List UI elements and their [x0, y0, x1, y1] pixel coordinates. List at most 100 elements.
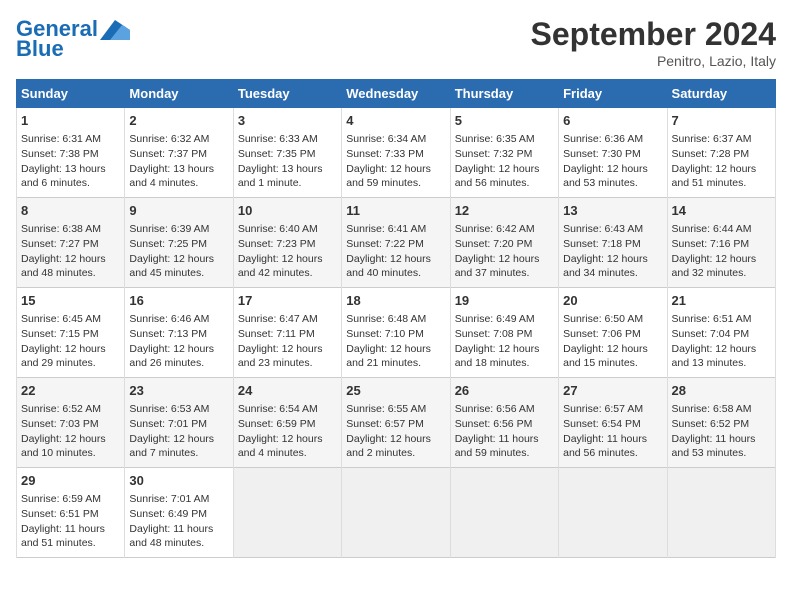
day-number: 13	[563, 202, 662, 220]
day-info: Sunrise: 6:52 AM Sunset: 7:03 PM Dayligh…	[21, 402, 120, 461]
weekday-header-row: SundayMondayTuesdayWednesdayThursdayFrid…	[17, 80, 776, 108]
day-info: Sunrise: 6:59 AM Sunset: 6:51 PM Dayligh…	[21, 492, 120, 551]
location: Penitro, Lazio, Italy	[531, 53, 776, 69]
calendar-cell: 23 Sunrise: 6:53 AM Sunset: 7:01 PM Dayli…	[125, 378, 233, 468]
day-number: 6	[563, 112, 662, 130]
day-info: Sunrise: 6:50 AM Sunset: 7:06 PM Dayligh…	[563, 312, 662, 371]
calendar-cell: 14 Sunrise: 6:44 AM Sunset: 7:16 PM Dayli…	[667, 198, 775, 288]
logo: General Blue	[16, 16, 130, 62]
day-info: Sunrise: 6:55 AM Sunset: 6:57 PM Dayligh…	[346, 402, 445, 461]
calendar-cell: 13 Sunrise: 6:43 AM Sunset: 7:18 PM Dayli…	[559, 198, 667, 288]
weekday-header-saturday: Saturday	[667, 80, 775, 108]
day-info: Sunrise: 6:47 AM Sunset: 7:11 PM Dayligh…	[238, 312, 337, 371]
day-info: Sunrise: 6:58 AM Sunset: 6:52 PM Dayligh…	[672, 402, 771, 461]
weekday-header-thursday: Thursday	[450, 80, 558, 108]
day-number: 26	[455, 382, 554, 400]
day-info: Sunrise: 7:01 AM Sunset: 6:49 PM Dayligh…	[129, 492, 228, 551]
day-number: 20	[563, 292, 662, 310]
calendar-cell: 8 Sunrise: 6:38 AM Sunset: 7:27 PM Daylig…	[17, 198, 125, 288]
day-info: Sunrise: 6:54 AM Sunset: 6:59 PM Dayligh…	[238, 402, 337, 461]
calendar-cell: 11 Sunrise: 6:41 AM Sunset: 7:22 PM Dayli…	[342, 198, 450, 288]
day-number: 28	[672, 382, 771, 400]
calendar-cell: 26 Sunrise: 6:56 AM Sunset: 6:56 PM Dayli…	[450, 378, 558, 468]
day-number: 11	[346, 202, 445, 220]
calendar-cell: 25 Sunrise: 6:55 AM Sunset: 6:57 PM Dayli…	[342, 378, 450, 468]
day-info: Sunrise: 6:32 AM Sunset: 7:37 PM Dayligh…	[129, 132, 228, 191]
calendar-cell	[342, 468, 450, 558]
day-number: 15	[21, 292, 120, 310]
calendar-week-row: 22 Sunrise: 6:52 AM Sunset: 7:03 PM Dayli…	[17, 378, 776, 468]
day-info: Sunrise: 6:37 AM Sunset: 7:28 PM Dayligh…	[672, 132, 771, 191]
calendar-cell	[450, 468, 558, 558]
calendar-cell: 1 Sunrise: 6:31 AM Sunset: 7:38 PM Daylig…	[17, 108, 125, 198]
weekday-header-wednesday: Wednesday	[342, 80, 450, 108]
day-number: 24	[238, 382, 337, 400]
calendar-cell: 22 Sunrise: 6:52 AM Sunset: 7:03 PM Dayli…	[17, 378, 125, 468]
day-info: Sunrise: 6:33 AM Sunset: 7:35 PM Dayligh…	[238, 132, 337, 191]
weekday-header-friday: Friday	[559, 80, 667, 108]
calendar-cell: 24 Sunrise: 6:54 AM Sunset: 6:59 PM Dayli…	[233, 378, 341, 468]
day-info: Sunrise: 6:56 AM Sunset: 6:56 PM Dayligh…	[455, 402, 554, 461]
day-info: Sunrise: 6:43 AM Sunset: 7:18 PM Dayligh…	[563, 222, 662, 281]
day-number: 30	[129, 472, 228, 490]
day-info: Sunrise: 6:57 AM Sunset: 6:54 PM Dayligh…	[563, 402, 662, 461]
day-number: 1	[21, 112, 120, 130]
day-number: 9	[129, 202, 228, 220]
day-number: 7	[672, 112, 771, 130]
calendar-cell: 28 Sunrise: 6:58 AM Sunset: 6:52 PM Dayli…	[667, 378, 775, 468]
day-info: Sunrise: 6:36 AM Sunset: 7:30 PM Dayligh…	[563, 132, 662, 191]
day-number: 23	[129, 382, 228, 400]
page-header: General Blue September 2024 Penitro, Laz…	[16, 16, 776, 69]
day-info: Sunrise: 6:48 AM Sunset: 7:10 PM Dayligh…	[346, 312, 445, 371]
day-number: 27	[563, 382, 662, 400]
calendar-cell: 12 Sunrise: 6:42 AM Sunset: 7:20 PM Dayli…	[450, 198, 558, 288]
day-info: Sunrise: 6:41 AM Sunset: 7:22 PM Dayligh…	[346, 222, 445, 281]
month-title: September 2024	[531, 16, 776, 53]
logo-icon	[100, 20, 130, 40]
day-number: 8	[21, 202, 120, 220]
day-number: 29	[21, 472, 120, 490]
day-info: Sunrise: 6:35 AM Sunset: 7:32 PM Dayligh…	[455, 132, 554, 191]
day-number: 25	[346, 382, 445, 400]
calendar-cell: 27 Sunrise: 6:57 AM Sunset: 6:54 PM Dayli…	[559, 378, 667, 468]
day-number: 5	[455, 112, 554, 130]
calendar-cell: 6 Sunrise: 6:36 AM Sunset: 7:30 PM Daylig…	[559, 108, 667, 198]
title-area: September 2024 Penitro, Lazio, Italy	[531, 16, 776, 69]
day-number: 21	[672, 292, 771, 310]
calendar-cell: 7 Sunrise: 6:37 AM Sunset: 7:28 PM Daylig…	[667, 108, 775, 198]
day-info: Sunrise: 6:49 AM Sunset: 7:08 PM Dayligh…	[455, 312, 554, 371]
logo-blue-text: Blue	[16, 36, 64, 62]
day-number: 16	[129, 292, 228, 310]
day-number: 22	[21, 382, 120, 400]
weekday-header-monday: Monday	[125, 80, 233, 108]
weekday-header-tuesday: Tuesday	[233, 80, 341, 108]
calendar-cell: 2 Sunrise: 6:32 AM Sunset: 7:37 PM Daylig…	[125, 108, 233, 198]
weekday-header-sunday: Sunday	[17, 80, 125, 108]
day-info: Sunrise: 6:31 AM Sunset: 7:38 PM Dayligh…	[21, 132, 120, 191]
calendar-week-row: 8 Sunrise: 6:38 AM Sunset: 7:27 PM Daylig…	[17, 198, 776, 288]
day-number: 12	[455, 202, 554, 220]
calendar-cell: 19 Sunrise: 6:49 AM Sunset: 7:08 PM Dayli…	[450, 288, 558, 378]
day-info: Sunrise: 6:46 AM Sunset: 7:13 PM Dayligh…	[129, 312, 228, 371]
day-info: Sunrise: 6:53 AM Sunset: 7:01 PM Dayligh…	[129, 402, 228, 461]
calendar-cell: 5 Sunrise: 6:35 AM Sunset: 7:32 PM Daylig…	[450, 108, 558, 198]
day-info: Sunrise: 6:40 AM Sunset: 7:23 PM Dayligh…	[238, 222, 337, 281]
day-number: 19	[455, 292, 554, 310]
day-info: Sunrise: 6:44 AM Sunset: 7:16 PM Dayligh…	[672, 222, 771, 281]
day-info: Sunrise: 6:34 AM Sunset: 7:33 PM Dayligh…	[346, 132, 445, 191]
calendar-cell: 9Sunrise: 6:39 AM Sunset: 7:25 PM Daylig…	[125, 198, 233, 288]
calendar-cell: 15Sunrise: 6:45 AM Sunset: 7:15 PM Dayli…	[17, 288, 125, 378]
calendar-table: SundayMondayTuesdayWednesdayThursdayFrid…	[16, 79, 776, 558]
day-number: 2	[129, 112, 228, 130]
day-number: 17	[238, 292, 337, 310]
calendar-cell: 30 Sunrise: 7:01 AM Sunset: 6:49 PM Dayli…	[125, 468, 233, 558]
day-info: Sunrise: 6:38 AM Sunset: 7:27 PM Dayligh…	[21, 222, 120, 281]
day-number: 14	[672, 202, 771, 220]
day-info: Sunrise: 6:42 AM Sunset: 7:20 PM Dayligh…	[455, 222, 554, 281]
calendar-cell: 21Sunrise: 6:51 AM Sunset: 7:04 PM Dayli…	[667, 288, 775, 378]
calendar-cell: 16 Sunrise: 6:46 AM Sunset: 7:13 PM Dayli…	[125, 288, 233, 378]
calendar-cell: 10Sunrise: 6:40 AM Sunset: 7:23 PM Dayli…	[233, 198, 341, 288]
calendar-cell	[559, 468, 667, 558]
day-number: 18	[346, 292, 445, 310]
calendar-week-row: 1 Sunrise: 6:31 AM Sunset: 7:38 PM Daylig…	[17, 108, 776, 198]
